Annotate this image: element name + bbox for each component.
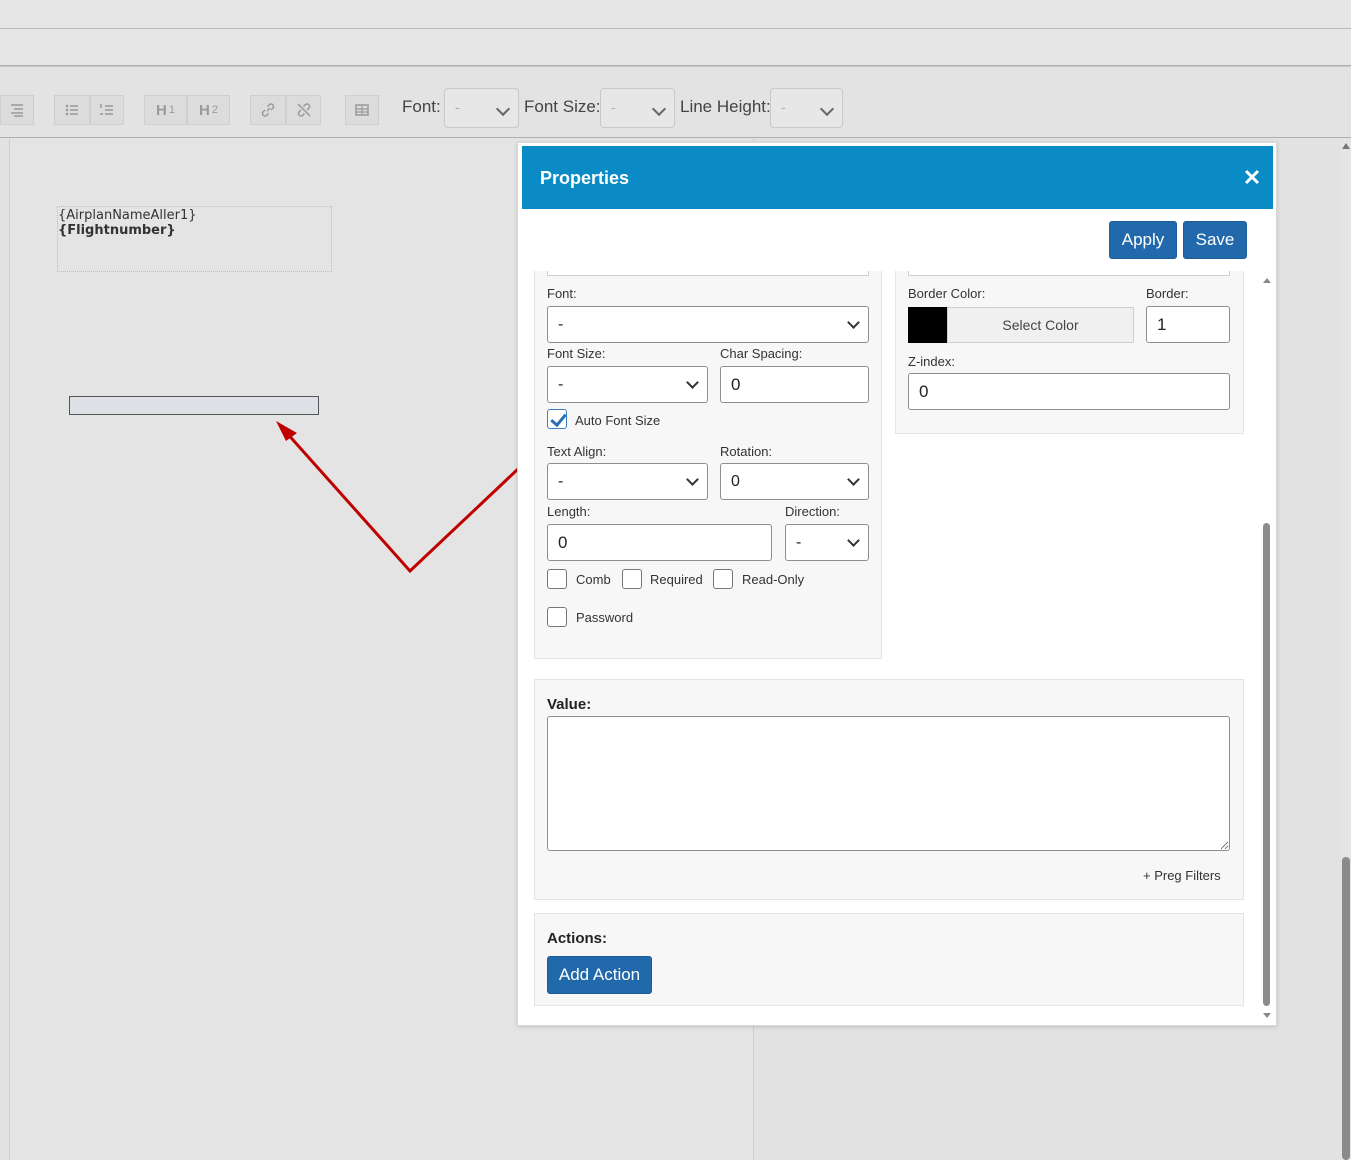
chevron-down-icon xyxy=(686,473,699,486)
line-height-select[interactable]: - xyxy=(770,88,843,128)
text-field-placeholder[interactable]: {AirplanNameAller1} {Flightnumber} xyxy=(57,206,332,272)
line-height-label: Line Height: xyxy=(680,97,771,116)
heading1-letter: H xyxy=(156,101,167,119)
auto-font-size-label: Auto Font Size xyxy=(575,413,661,428)
properties-dialog: Properties Apply Save Font: - Font Size:… xyxy=(517,142,1277,1026)
scroll-up-icon[interactable] xyxy=(1263,278,1271,283)
heading1-icon[interactable]: H1 xyxy=(144,95,187,125)
chevron-down-icon xyxy=(819,101,835,117)
text-align-label: Text Align: xyxy=(547,444,607,459)
border-color-swatch[interactable] xyxy=(908,307,947,343)
add-action-button[interactable]: Add Action xyxy=(547,956,652,994)
value-label: Value: xyxy=(547,696,592,713)
save-button[interactable]: Save xyxy=(1183,221,1247,259)
preg-filters-link[interactable]: + Preg Filters xyxy=(1143,868,1221,883)
link-icon[interactable] xyxy=(250,95,286,125)
dialog-header: Properties xyxy=(522,146,1273,209)
scroll-up-icon[interactable] xyxy=(1342,143,1350,149)
read-only-checkbox[interactable] xyxy=(713,569,733,589)
dialog-scrollbar-thumb[interactable] xyxy=(1263,523,1270,1006)
top-bar xyxy=(0,0,1351,29)
text-align-select-value: - xyxy=(558,473,564,490)
dialog-scrollbar[interactable] xyxy=(1262,276,1272,1021)
char-spacing-input[interactable]: 0 xyxy=(720,366,869,403)
line-height-select-value: - xyxy=(781,99,786,115)
align-icon[interactable] xyxy=(0,95,34,125)
actions-panel: Actions: Add Action xyxy=(534,913,1244,1006)
font-label: Font: xyxy=(547,286,577,301)
rotation-select-value: 0 xyxy=(731,473,740,490)
heading2-num: 2 xyxy=(211,104,218,116)
chevron-down-icon xyxy=(651,101,667,117)
font-select[interactable]: - xyxy=(547,306,869,343)
text-properties-panel: Font: - Font Size: - Char Spacing: 0 Aut… xyxy=(534,271,882,659)
scrollbar-thumb[interactable] xyxy=(1342,857,1350,1160)
required-checkbox[interactable] xyxy=(622,569,642,589)
secondary-bar xyxy=(0,29,1351,66)
rotation-label: Rotation: xyxy=(720,444,773,459)
border-label: Border: xyxy=(1146,286,1189,301)
chevron-down-icon xyxy=(495,101,511,117)
cut-off-input xyxy=(908,271,1230,276)
close-icon[interactable] xyxy=(1243,168,1261,186)
dialog-title: Properties xyxy=(540,168,630,188)
selected-form-field[interactable] xyxy=(69,396,319,415)
direction-select[interactable]: - xyxy=(785,524,869,561)
field-line-2: {Flightnumber} xyxy=(58,223,176,238)
chevron-down-icon xyxy=(686,376,699,389)
comb-label: Comb xyxy=(576,572,611,587)
apply-button[interactable]: Apply xyxy=(1109,221,1177,259)
direction-select-value: - xyxy=(796,534,802,551)
scroll-down-icon[interactable] xyxy=(1263,1013,1271,1018)
font-size-select-value: - xyxy=(611,99,616,115)
border-color-label: Border Color: xyxy=(908,286,986,301)
select-color-button[interactable]: Select Color xyxy=(947,307,1134,343)
password-label: Password xyxy=(576,610,634,625)
border-properties-panel: Border Color: Select Color Border: 1 Z-i… xyxy=(895,271,1244,434)
auto-font-size-checkbox[interactable] xyxy=(547,409,567,429)
border-width-input[interactable]: 1 xyxy=(1146,306,1230,343)
read-only-label: Read-Only xyxy=(742,572,805,587)
numbered-list-icon[interactable] xyxy=(90,95,124,125)
font-size-select[interactable]: - xyxy=(547,366,708,403)
font-select[interactable]: - xyxy=(444,88,519,128)
heading2-icon[interactable]: H2 xyxy=(187,95,230,125)
unlink-icon[interactable] xyxy=(286,95,321,125)
field-line-1: {AirplanNameAller1} xyxy=(58,208,197,223)
chevron-down-icon xyxy=(847,473,860,486)
cut-off-input xyxy=(547,271,869,276)
char-spacing-label: Char Spacing: xyxy=(720,346,803,361)
heading2-letter: H xyxy=(199,101,210,119)
password-checkbox[interactable] xyxy=(547,607,567,627)
font-select-value: - xyxy=(558,316,564,333)
font-size-select-value: - xyxy=(558,376,564,393)
text-align-select[interactable]: - xyxy=(547,463,708,500)
length-label: Length: xyxy=(547,504,591,519)
required-label: Required xyxy=(650,572,703,587)
chevron-down-icon xyxy=(847,534,860,547)
font-size-label: Font Size: xyxy=(547,346,606,361)
zindex-label: Z-index: xyxy=(908,354,955,369)
bullet-list-icon[interactable] xyxy=(54,95,90,125)
value-panel: Value: + Preg Filters xyxy=(534,679,1244,900)
length-input[interactable]: 0 xyxy=(547,524,772,561)
font-size-label: Font Size: xyxy=(524,97,601,116)
page-scrollbar[interactable] xyxy=(1341,139,1351,1160)
editor-toolbar: H1 H2 Font: - Font Size: - Line Height: … xyxy=(0,66,1351,138)
font-select-value: - xyxy=(455,99,460,115)
dialog-body: Font: - Font Size: - Char Spacing: 0 Aut… xyxy=(522,271,1273,1021)
chevron-down-icon xyxy=(847,316,860,329)
actions-label: Actions: xyxy=(547,930,607,947)
zindex-input[interactable]: 0 xyxy=(908,373,1230,410)
heading1-num: 1 xyxy=(168,104,175,116)
direction-label: Direction: xyxy=(785,504,840,519)
rotation-select[interactable]: 0 xyxy=(720,463,869,500)
font-size-select[interactable]: - xyxy=(600,88,675,128)
table-icon[interactable] xyxy=(345,95,379,125)
comb-checkbox[interactable] xyxy=(547,569,567,589)
font-label: Font: xyxy=(402,97,441,116)
value-textarea[interactable] xyxy=(547,716,1230,851)
